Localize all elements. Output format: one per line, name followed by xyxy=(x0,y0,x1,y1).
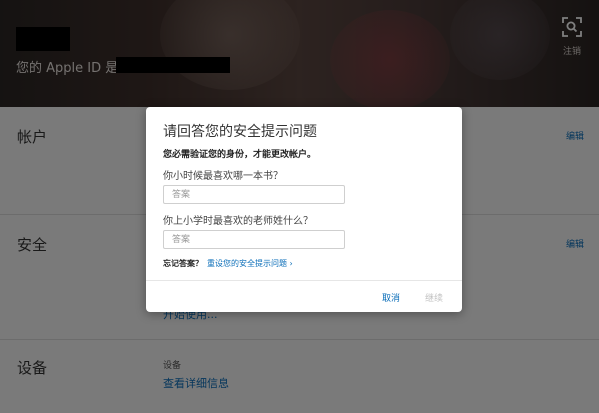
answer-2-input[interactable] xyxy=(163,230,345,249)
dialog-title: 请回答您的安全提示问题 xyxy=(163,124,317,140)
cancel-button[interactable]: 取消 xyxy=(382,291,400,304)
dialog-subtitle: 您必需验证您的身份，才能更改帐户。 xyxy=(163,150,317,160)
security-question-2: 你上小学时最喜欢的老师姓什么？ xyxy=(163,216,313,227)
forgot-answers-row: 忘记答案？ 重设您的安全提示问题 › xyxy=(163,258,293,269)
security-question-1: 你小时候最喜欢哪一本书？ xyxy=(163,171,283,182)
answer-1-input[interactable] xyxy=(163,185,345,204)
reset-questions-link[interactable]: 重设您的安全提示问题 › xyxy=(207,259,293,268)
dialog-footer-divider xyxy=(146,280,462,281)
security-questions-dialog: 请回答您的安全提示问题 您必需验证您的身份，才能更改帐户。 你小时候最喜欢哪一本… xyxy=(146,107,462,312)
continue-button[interactable]: 继续 xyxy=(425,291,443,304)
forgot-answers-label: 忘记答案？ xyxy=(163,259,203,268)
